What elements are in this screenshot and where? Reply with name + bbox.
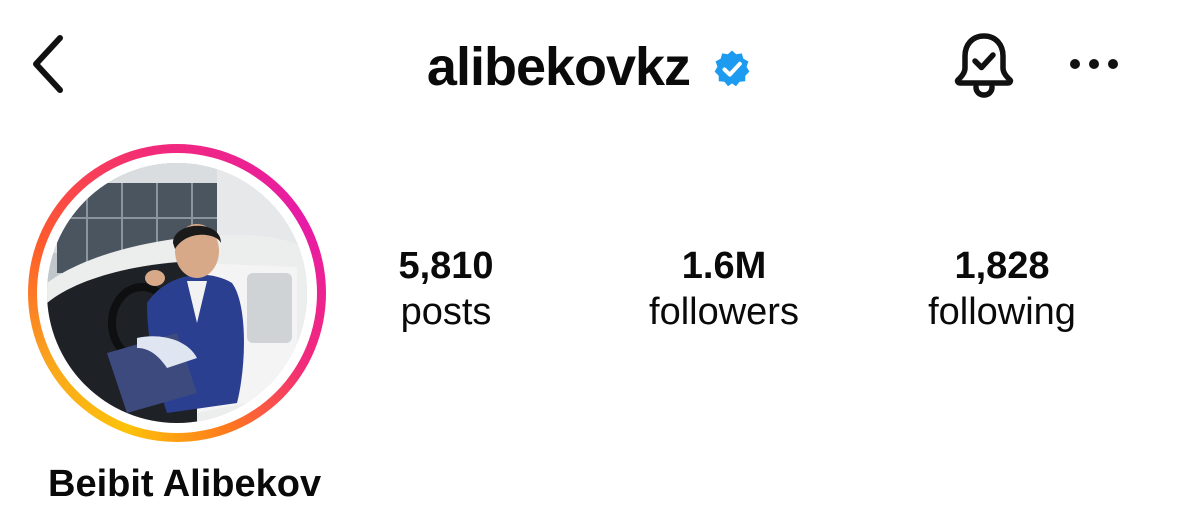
followers-count: 1.6M (681, 245, 767, 287)
more-options-button[interactable] (1062, 40, 1126, 92)
bell-check-icon (952, 31, 1016, 104)
posts-label: posts (400, 291, 492, 333)
profile-full-name: Beibit Alibekov (48, 463, 322, 505)
verified-badge-icon (712, 49, 752, 89)
profile-username: alibekovkz (426, 37, 691, 97)
following-count: 1,828 (954, 245, 1050, 287)
posts-count: 5,810 (398, 245, 494, 287)
more-horizontal-icon (1069, 57, 1119, 75)
notifications-button[interactable] (948, 30, 1020, 104)
profile-page: alibekovkz 5,810 posts 1.6M followers 1,… (0, 0, 1179, 521)
posts-stat[interactable]: 5,810 posts (326, 244, 566, 336)
avatar-story-ring[interactable] (28, 144, 326, 442)
avatar (47, 163, 307, 423)
followers-label: followers (649, 291, 799, 333)
following-label: following (928, 291, 1076, 333)
followers-stat[interactable]: 1.6M followers (604, 244, 844, 336)
following-stat[interactable]: 1,828 following (882, 244, 1122, 336)
